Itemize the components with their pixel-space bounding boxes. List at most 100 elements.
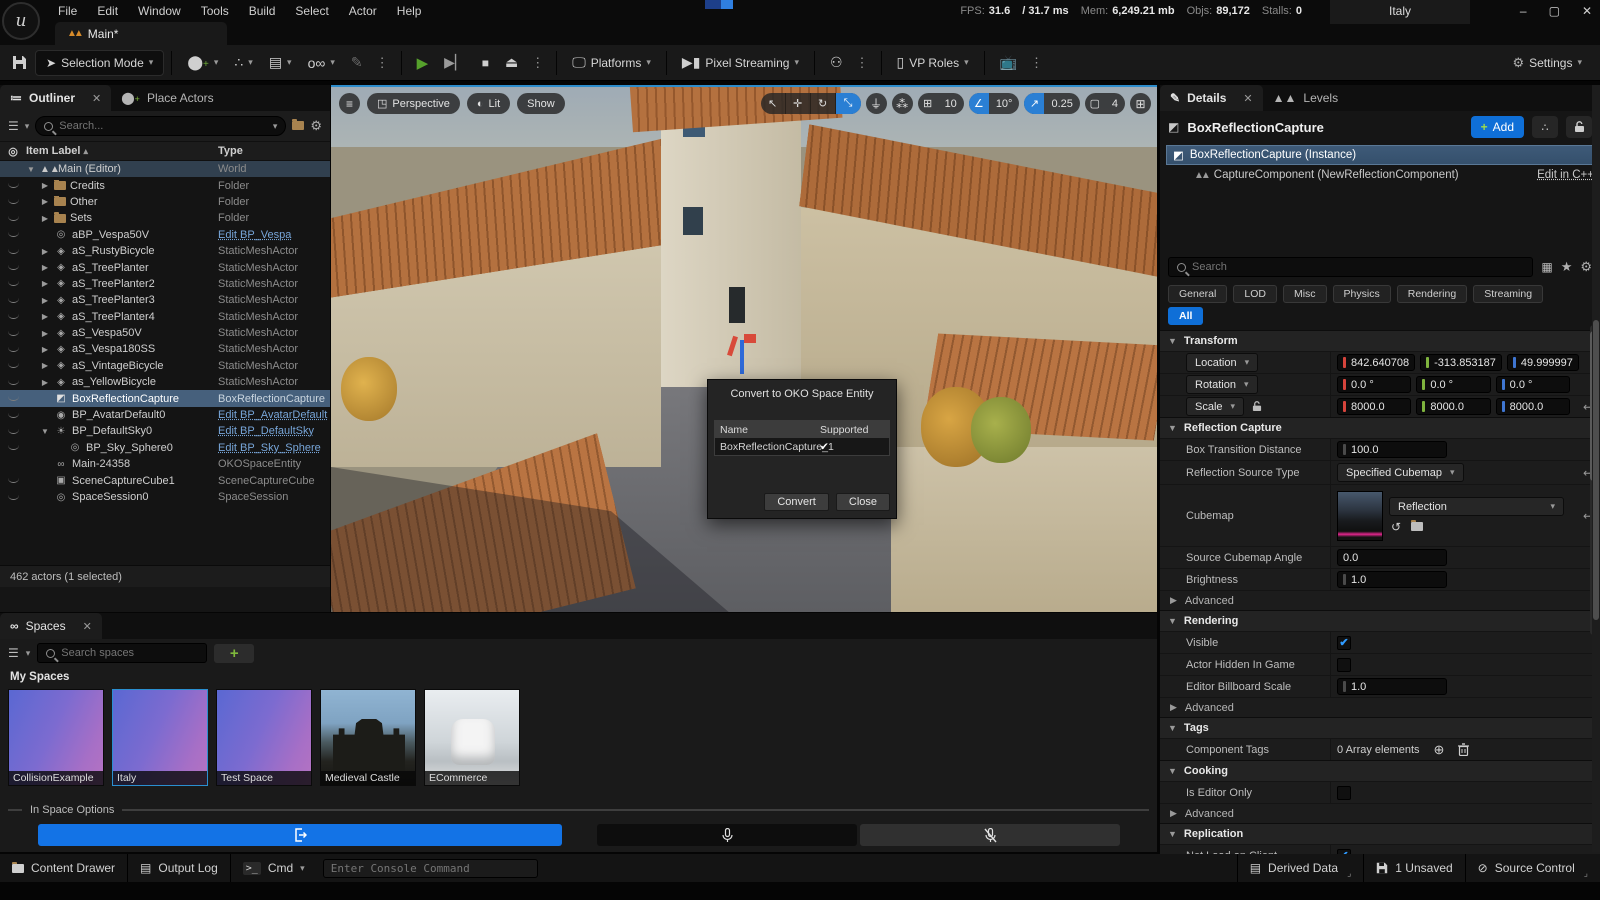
menu-help[interactable]: Help: [387, 0, 432, 22]
broadcast-button[interactable]: 📺: [992, 50, 1025, 75]
chip-lod[interactable]: LOD: [1233, 285, 1277, 303]
details-search-input[interactable]: [1192, 261, 1524, 273]
outliner-row[interactable]: ▶◈aS_TreePlanter2StaticMeshActor: [0, 276, 330, 292]
is-editor-only-checkbox[interactable]: [1337, 786, 1351, 800]
eye-closed-icon[interactable]: [8, 216, 19, 221]
brightness-field[interactable]: 1.0: [1337, 571, 1447, 588]
section-transform[interactable]: ▼Transform: [1160, 330, 1600, 351]
collaboration-options-icon[interactable]: ⋮: [851, 55, 874, 71]
menu-window[interactable]: Window: [128, 0, 191, 22]
outliner-row[interactable]: ▶◈aS_TreePlanterStaticMeshActor: [0, 259, 330, 275]
eye-closed-icon[interactable]: [8, 445, 19, 450]
instance-row[interactable]: ◩ BoxReflectionCapture (Instance): [1166, 145, 1594, 165]
menu-build[interactable]: Build: [239, 0, 286, 22]
close-icon[interactable]: ✕: [92, 92, 101, 105]
eye-closed-icon[interactable]: [8, 331, 19, 336]
grid-snap-control[interactable]: ⊞10: [918, 93, 964, 114]
chip-general[interactable]: General: [1168, 285, 1227, 303]
lock-button[interactable]: [1566, 116, 1592, 138]
outliner-row[interactable]: ▼▲▲Main (Editor)World: [0, 161, 330, 177]
stop-button[interactable]: ■: [474, 52, 497, 74]
space-tile-ecommerce[interactable]: ECommerce: [424, 689, 520, 786]
pixel-streaming-dropdown[interactable]: ▶▮Pixel Streaming▾: [674, 50, 807, 75]
broadcast-options-icon[interactable]: ⋮: [1025, 55, 1048, 71]
chevron-down-icon[interactable]: ▾: [25, 121, 30, 132]
eye-closed-icon[interactable]: [8, 314, 19, 319]
chip-physics[interactable]: Physics: [1333, 285, 1391, 303]
microphone-muted-button[interactable]: [860, 824, 1120, 846]
minimize-button[interactable]: –: [1520, 4, 1527, 18]
maximize-button[interactable]: ▢: [1549, 4, 1560, 18]
close-icon[interactable]: ✕: [83, 620, 92, 633]
visible-checkbox[interactable]: ✔: [1337, 636, 1351, 650]
browse-to-asset-icon[interactable]: [1411, 520, 1423, 534]
cubemap-asset-dropdown[interactable]: Reflection▾: [1389, 497, 1564, 516]
advanced-row[interactable]: ▶Advanced: [1160, 590, 1600, 610]
unsaved-button[interactable]: 1 Unsaved: [1363, 854, 1464, 882]
blueprint-convert-button[interactable]: ∴: [1532, 116, 1558, 138]
unlock-icon[interactable]: [1252, 401, 1262, 412]
eye-closed-icon[interactable]: [8, 347, 19, 352]
blueprints-dropdown[interactable]: ∴▾: [226, 50, 260, 75]
add-space-button[interactable]: +: [214, 644, 254, 663]
tab-main-level[interactable]: ▲▲ Main*: [55, 22, 227, 45]
filter-icon[interactable]: ☰: [8, 119, 19, 133]
filter-icon[interactable]: ☰: [8, 646, 19, 660]
content-drawer-button[interactable]: Content Drawer: [0, 854, 128, 882]
scale-x-field[interactable]: 8000.0: [1337, 398, 1411, 415]
outliner-row[interactable]: ▶◈aS_Vespa180SSStaticMeshActor: [0, 341, 330, 357]
close-button[interactable]: Close: [836, 493, 890, 511]
location-y-field[interactable]: -313.853187: [1420, 354, 1502, 371]
play-button[interactable]: ▶: [409, 50, 437, 76]
menu-tools[interactable]: Tools: [191, 0, 239, 22]
outliner-row[interactable]: ▶CreditsFolder: [0, 177, 330, 193]
eye-closed-icon[interactable]: [8, 281, 19, 286]
tab-spaces[interactable]: ∞ Spaces ✕: [0, 613, 102, 639]
menu-edit[interactable]: Edit: [87, 0, 128, 22]
viewport[interactable]: ≡ ◳Perspective ◐Lit Show ↖ ✛ ↻ ⤡ ⏚ ⁂ ⊞10…: [331, 85, 1157, 612]
menu-select[interactable]: Select: [285, 0, 338, 22]
outliner-row[interactable]: ▣SceneCaptureCube1SceneCaptureCube: [0, 472, 330, 488]
settings-dropdown[interactable]: ⚙Settings▾: [1504, 51, 1590, 75]
advanced-row[interactable]: ▶Advanced: [1160, 803, 1600, 823]
source-type-dropdown[interactable]: Specified Cubemap▾: [1337, 463, 1464, 482]
display-filter-icon[interactable]: ▦: [1541, 260, 1552, 274]
section-cooking[interactable]: ▼Cooking: [1160, 760, 1600, 781]
lit-dropdown[interactable]: ◐Lit: [467, 93, 510, 114]
component-row[interactable]: ▲▲ CaptureComponent (NewReflectionCompon…: [1160, 165, 1600, 185]
eye-closed-icon[interactable]: [8, 265, 19, 270]
trash-icon[interactable]: [1458, 743, 1469, 756]
visibility-column-icon[interactable]: ◎: [0, 145, 26, 158]
output-log-button[interactable]: ▤ Output Log: [128, 854, 231, 882]
chevron-down-icon[interactable]: ▾: [26, 648, 31, 659]
curve-editor-button[interactable]: ✎: [343, 50, 371, 75]
scale-tool[interactable]: ⤡: [836, 93, 861, 114]
leave-space-button[interactable]: [38, 824, 562, 846]
eye-closed-icon[interactable]: [8, 298, 19, 303]
outliner-row[interactable]: ▶◈aS_RustyBicycleStaticMeshActor: [0, 243, 330, 259]
outliner-row[interactable]: ▶◈aS_TreePlanter3StaticMeshActor: [0, 292, 330, 308]
edit-blueprint-link[interactable]: Edit BP_DefaultSky: [218, 425, 330, 437]
save-icon[interactable]: [12, 55, 27, 70]
screen-scrollbar[interactable]: [1592, 85, 1600, 852]
section-replication[interactable]: ▼Replication: [1160, 823, 1600, 844]
section-rendering[interactable]: ▼Rendering: [1160, 610, 1600, 631]
scale-y-field[interactable]: 8000.0: [1416, 398, 1490, 415]
item-label-column[interactable]: Item Label ▴: [26, 145, 218, 157]
eye-closed-icon[interactable]: [8, 232, 19, 237]
tab-levels[interactable]: ▲▲ Levels: [1263, 85, 1348, 111]
billboard-scale-field[interactable]: 1.0: [1337, 678, 1447, 695]
space-tile-test-space[interactable]: Test Space: [216, 689, 312, 786]
add-actor-dropdown[interactable]: ⬤+▾: [179, 50, 226, 75]
tab-details[interactable]: ✎ Details ✕: [1160, 85, 1263, 111]
cubemap-thumbnail[interactable]: [1337, 491, 1383, 541]
snap-target-button[interactable]: ⁂: [892, 93, 913, 114]
console-command-input[interactable]: [323, 859, 538, 878]
viewport-menu-button[interactable]: ≡: [339, 93, 360, 114]
outliner-row[interactable]: ∞Main-24358OKOSpaceEntity: [0, 456, 330, 472]
scale-z-field[interactable]: 8000.0: [1496, 398, 1570, 415]
outliner-row[interactable]: ▼☀BP_DefaultSky0Edit BP_DefaultSky: [0, 423, 330, 439]
section-reflection-capture[interactable]: ▼Reflection Capture: [1160, 417, 1600, 438]
edit-blueprint-link[interactable]: Edit BP_AvatarDefault: [218, 409, 330, 421]
rotate-tool[interactable]: ↻: [811, 93, 836, 114]
